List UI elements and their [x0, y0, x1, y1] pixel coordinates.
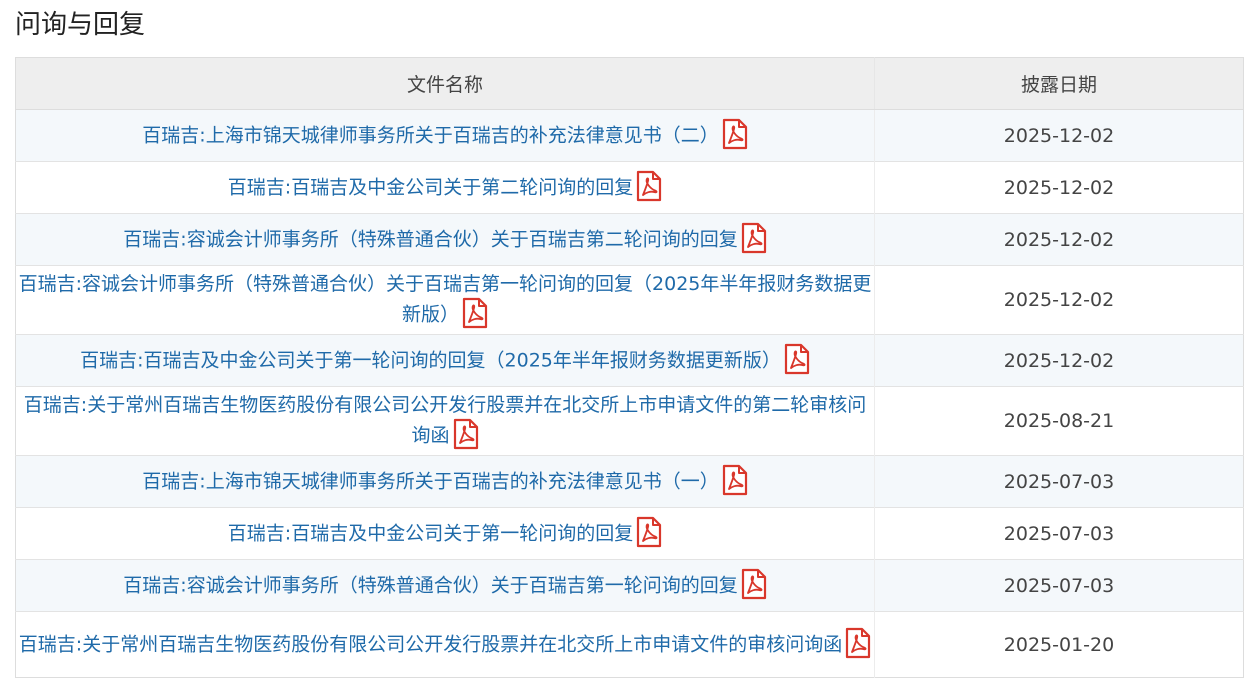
document-link[interactable]: 百瑞吉:百瑞吉及中金公司关于第二轮问询的回复 [228, 176, 633, 198]
disclosure-date-cell: 2025-07-03 [874, 455, 1244, 508]
pdf-icon[interactable] [722, 118, 748, 150]
disclosure-date: 2025-12-02 [1003, 289, 1115, 311]
document-link[interactable]: 百瑞吉:容诚会计师事务所（特殊普通合伙）关于百瑞吉第一轮问询的回复 [123, 574, 737, 596]
pdf-icon[interactable] [845, 627, 871, 659]
disclosure-date: 2025-12-02 [1003, 349, 1115, 372]
pdf-icon[interactable] [453, 418, 479, 450]
disclosure-date: 2025-12-02 [1003, 228, 1115, 251]
document-name-cell: 百瑞吉:关于常州百瑞吉生物医药股份有限公司公开发行股票并在北交所上市申请文件的审… [15, 611, 875, 678]
document-name-cell: 百瑞吉:百瑞吉及中金公司关于第一轮问询的回复 [15, 507, 875, 560]
table-row: 百瑞吉:关于常州百瑞吉生物医药股份有限公司公开发行股票并在北交所上市申请文件的第… [15, 386, 1244, 456]
document-table: 文件名称 披露日期 百瑞吉:上海市锦天城律师事务所关于百瑞吉的补充法律意见书（二… [15, 57, 1244, 678]
table-header-row: 文件名称 披露日期 [15, 57, 1244, 110]
disclosure-date: 2025-08-21 [1003, 410, 1115, 432]
document-name-cell: 百瑞吉:容诚会计师事务所（特殊普通合伙）关于百瑞吉第一轮问询的回复（2025年半… [15, 265, 875, 335]
document-link[interactable]: 百瑞吉:关于常州百瑞吉生物医药股份有限公司公开发行股票并在北交所上市申请文件的审… [19, 633, 842, 655]
disclosure-date: 2025-12-02 [1003, 124, 1115, 147]
column-header-name: 文件名称 [15, 57, 875, 110]
document-link[interactable]: 百瑞吉:上海市锦天城律师事务所关于百瑞吉的补充法律意见书（一） [142, 470, 718, 492]
disclosure-date-cell: 2025-12-02 [874, 161, 1244, 214]
disclosure-date: 2025-07-03 [1003, 470, 1115, 493]
document-link[interactable]: 百瑞吉:容诚会计师事务所（特殊普通合伙）关于百瑞吉第二轮问询的回复 [123, 228, 737, 250]
table-row: 百瑞吉:上海市锦天城律师事务所关于百瑞吉的补充法律意见书（一） 2025-07-… [15, 455, 1244, 508]
pdf-icon[interactable] [784, 343, 810, 375]
pdf-icon[interactable] [462, 297, 488, 329]
document-link[interactable]: 百瑞吉:百瑞吉及中金公司关于第一轮问询的回复（2025年半年报财务数据更新版） [80, 349, 781, 371]
pdf-icon[interactable] [741, 568, 767, 600]
document-link[interactable]: 百瑞吉:容诚会计师事务所（特殊普通合伙）关于百瑞吉第一轮问询的回复（2025年半… [19, 273, 872, 326]
document-name-cell: 百瑞吉:上海市锦天城律师事务所关于百瑞吉的补充法律意见书（一） [15, 455, 875, 508]
document-name-cell: 百瑞吉:关于常州百瑞吉生物医药股份有限公司公开发行股票并在北交所上市申请文件的第… [15, 386, 875, 456]
disclosure-date-cell: 2025-12-02 [874, 213, 1244, 266]
document-link[interactable]: 百瑞吉:上海市锦天城律师事务所关于百瑞吉的补充法律意见书（二） [142, 124, 718, 146]
section-title: 问询与回复 [15, 10, 146, 40]
table-row: 百瑞吉:上海市锦天城律师事务所关于百瑞吉的补充法律意见书（二） 2025-12-… [15, 109, 1244, 162]
pdf-icon[interactable] [741, 222, 767, 254]
disclosure-date-cell: 2025-12-02 [874, 109, 1244, 162]
disclosure-date: 2025-07-03 [1003, 522, 1115, 545]
table-row: 百瑞吉:百瑞吉及中金公司关于第二轮问询的回复 2025-12-02 [15, 161, 1244, 214]
disclosure-date-cell: 2025-08-21 [874, 386, 1244, 456]
disclosure-date: 2025-12-02 [1003, 176, 1115, 199]
document-name-cell: 百瑞吉:容诚会计师事务所（特殊普通合伙）关于百瑞吉第一轮问询的回复 [15, 559, 875, 612]
table-row: 百瑞吉:百瑞吉及中金公司关于第一轮问询的回复（2025年半年报财务数据更新版） … [15, 334, 1244, 387]
disclosure-date: 2025-07-03 [1003, 574, 1115, 597]
disclosure-date-cell: 2025-12-02 [874, 334, 1244, 387]
table-row: 百瑞吉:百瑞吉及中金公司关于第一轮问询的回复 2025-07-03 [15, 507, 1244, 560]
document-name-cell: 百瑞吉:百瑞吉及中金公司关于第一轮问询的回复（2025年半年报财务数据更新版） [15, 334, 875, 387]
table-row: 百瑞吉:容诚会计师事务所（特殊普通合伙）关于百瑞吉第一轮问询的回复 2025-0… [15, 559, 1244, 612]
table-row: 百瑞吉:容诚会计师事务所（特殊普通合伙）关于百瑞吉第二轮问询的回复 2025-1… [15, 213, 1244, 266]
disclosure-date-cell: 2025-12-02 [874, 265, 1244, 335]
disclosure-date-cell: 2025-01-20 [874, 611, 1244, 678]
disclosure-date-cell: 2025-07-03 [874, 559, 1244, 612]
pdf-icon[interactable] [636, 516, 662, 548]
document-link[interactable]: 百瑞吉:百瑞吉及中金公司关于第一轮问询的回复 [228, 522, 633, 544]
table-row: 百瑞吉:容诚会计师事务所（特殊普通合伙）关于百瑞吉第一轮问询的回复（2025年半… [15, 265, 1244, 335]
pdf-icon[interactable] [722, 464, 748, 496]
table-row: 百瑞吉:关于常州百瑞吉生物医药股份有限公司公开发行股票并在北交所上市申请文件的审… [15, 611, 1244, 678]
disclosure-date: 2025-01-20 [1003, 633, 1115, 656]
document-name-cell: 百瑞吉:容诚会计师事务所（特殊普通合伙）关于百瑞吉第二轮问询的回复 [15, 213, 875, 266]
document-name-cell: 百瑞吉:上海市锦天城律师事务所关于百瑞吉的补充法律意见书（二） [15, 109, 875, 162]
pdf-icon[interactable] [636, 170, 662, 202]
document-link[interactable]: 百瑞吉:关于常州百瑞吉生物医药股份有限公司公开发行股票并在北交所上市申请文件的第… [24, 394, 866, 447]
column-header-date: 披露日期 [874, 57, 1244, 110]
document-name-cell: 百瑞吉:百瑞吉及中金公司关于第二轮问询的回复 [15, 161, 875, 214]
disclosure-date-cell: 2025-07-03 [874, 507, 1244, 560]
